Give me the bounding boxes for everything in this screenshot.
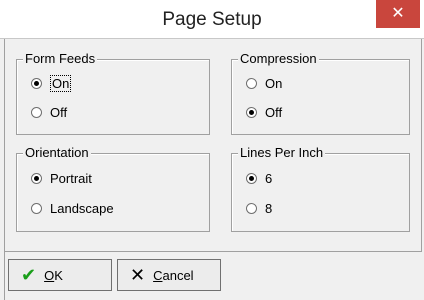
form-feeds-on-label: On (50, 74, 72, 92)
lines-per-inch-8-radio[interactable] (246, 202, 257, 214)
compression-on-radio[interactable] (246, 77, 257, 89)
orientation-portrait-option[interactable]: Portrait (31, 170, 92, 186)
orientation-landscape-option[interactable]: Landscape (31, 200, 114, 216)
compression-off-option[interactable]: Off (246, 104, 282, 120)
lines-per-inch-8-option[interactable]: 8 (246, 200, 272, 216)
check-icon: ✔ (21, 264, 37, 285)
cancel-button-label: Cancel (153, 267, 194, 283)
lines-per-inch-6-radio[interactable] (246, 172, 257, 184)
cancel-button[interactable]: ✕ Cancel (117, 259, 221, 291)
orientation-label: Orientation (23, 145, 91, 160)
form-feeds-on-radio[interactable] (31, 77, 42, 89)
orientation-portrait-radio[interactable] (31, 172, 42, 184)
orientation-group: Orientation Portrait Landscape (16, 146, 210, 232)
form-feeds-off-radio[interactable] (31, 106, 42, 118)
lines-per-inch-group: Lines Per Inch 6 8 (231, 146, 410, 232)
lines-per-inch-6-label: 6 (265, 170, 273, 186)
x-icon: ✕ (130, 264, 146, 285)
form-feeds-off-option[interactable]: Off (31, 104, 67, 120)
compression-on-option[interactable]: On (246, 75, 282, 91)
ok-button-label: OK (44, 267, 63, 283)
compression-on-label: On (265, 75, 283, 91)
title-bar: Page Setup ✕ (0, 0, 424, 39)
ok-button[interactable]: ✔ OK (8, 259, 112, 291)
compression-off-label: Off (265, 104, 283, 120)
lines-per-inch-6-option[interactable]: 6 (246, 170, 272, 186)
form-feeds-label: Form Feeds (23, 51, 98, 66)
lines-per-inch-8-label: 8 (265, 200, 273, 216)
form-feeds-off-label: Off (50, 104, 68, 120)
compression-off-radio[interactable] (246, 106, 257, 118)
form-feeds-group: Form Feeds On Off (16, 52, 210, 135)
close-icon: ✕ (391, 5, 405, 22)
form-feeds-on-option[interactable]: On (31, 74, 72, 92)
orientation-landscape-label: Landscape (50, 200, 114, 216)
orientation-landscape-radio[interactable] (31, 202, 42, 214)
dialog-body: Form Feeds On Off Compression On Off Ori… (4, 39, 422, 252)
page-setup-dialog: Page Setup ✕ Form Feeds On Off Compressi… (0, 0, 424, 300)
compression-group: Compression On Off (231, 52, 410, 135)
compression-label: Compression (238, 51, 319, 66)
orientation-portrait-label: Portrait (50, 170, 92, 186)
lines-per-inch-label: Lines Per Inch (238, 145, 326, 160)
close-button[interactable]: ✕ (376, 0, 420, 28)
dialog-title: Page Setup (162, 9, 262, 30)
